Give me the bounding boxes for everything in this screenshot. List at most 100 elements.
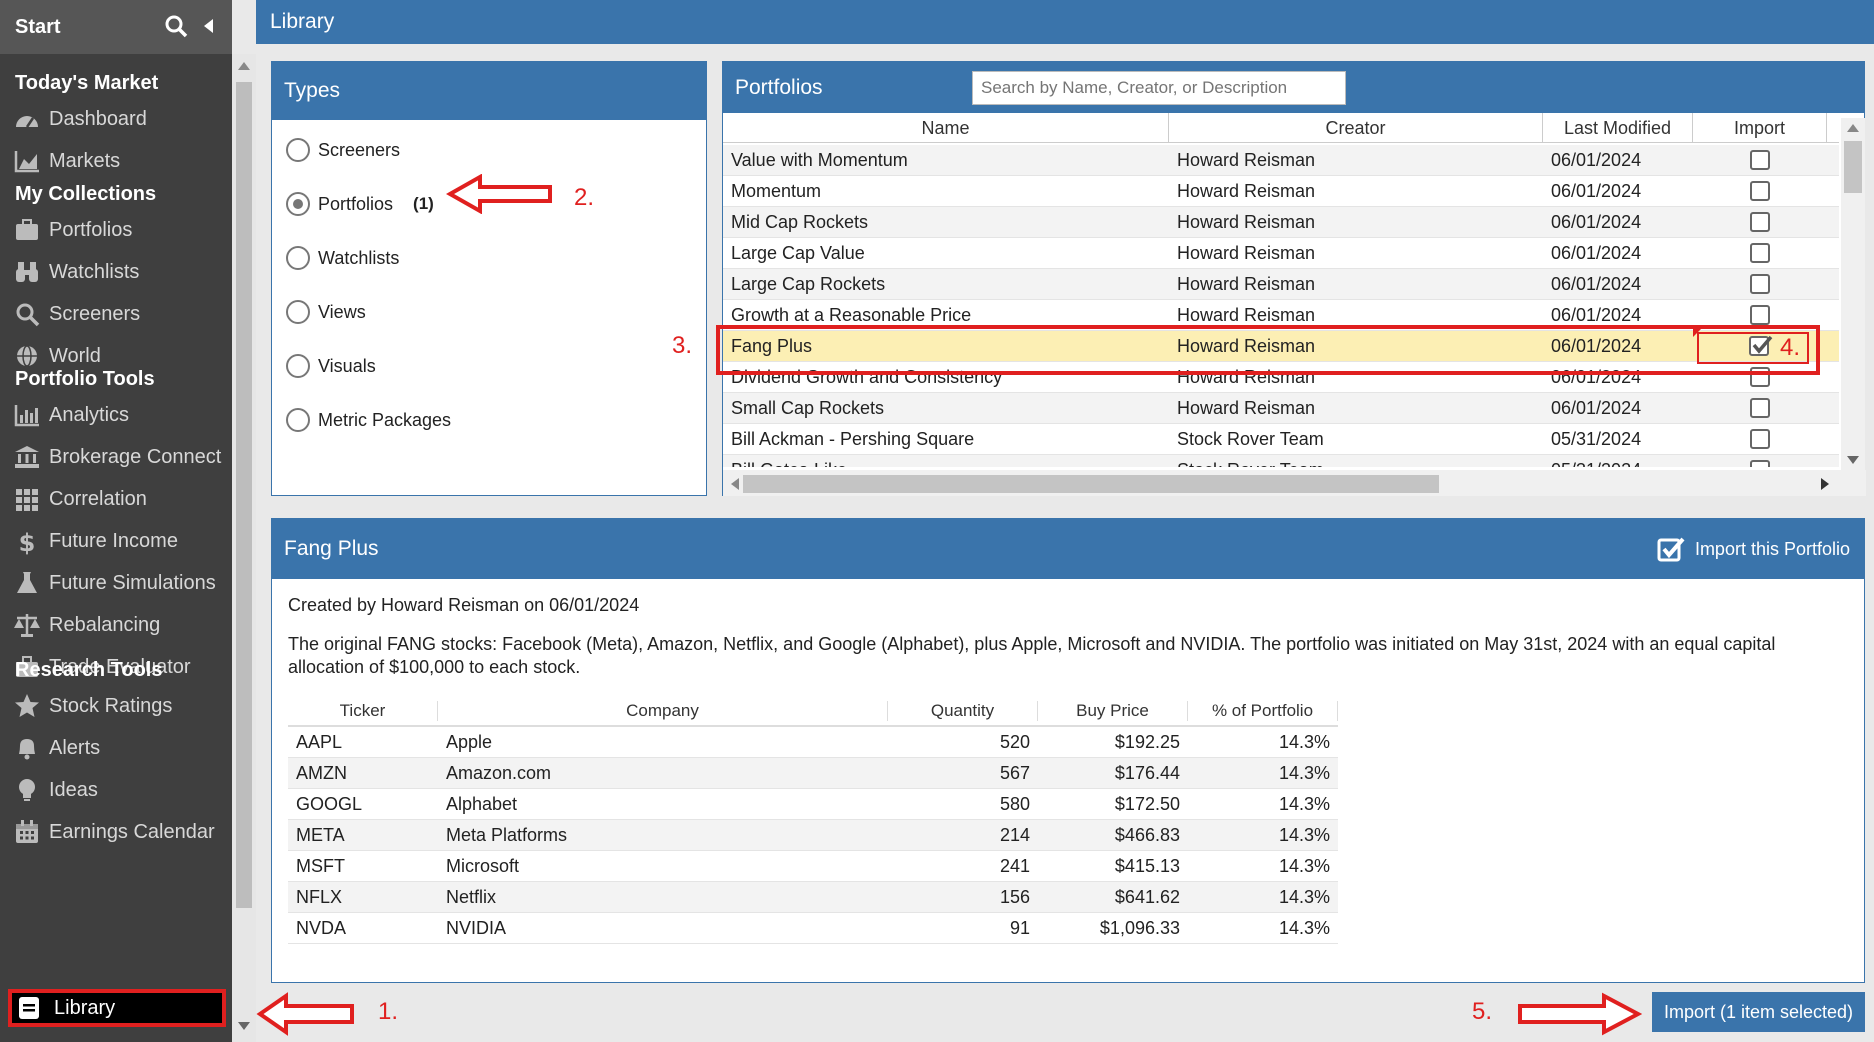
portfolio-name: Growth at a Reasonable Price: [731, 304, 972, 325]
holdings-header-buy-price[interactable]: Buy Price: [1038, 701, 1188, 721]
radio-selected[interactable]: [286, 192, 310, 216]
portfolio-row[interactable]: Bill Gates-LikeStock Rover Team05/31/202…: [723, 455, 1839, 467]
import-checkbox[interactable]: [1750, 460, 1770, 467]
import-button[interactable]: Import (1 item selected): [1652, 992, 1865, 1032]
portfolio-row[interactable]: Large Cap Value Howard Reisman 06/01/2024: [723, 238, 1839, 269]
sidebar-item-watchlists[interactable]: Watchlists: [0, 251, 232, 293]
portfolio-hscroll-thumb[interactable]: [743, 475, 1439, 493]
sidebar-item-screeners[interactable]: Screeners: [0, 293, 232, 335]
radio-unselected[interactable]: [286, 246, 310, 270]
holdings-header-ticker[interactable]: Ticker: [288, 701, 438, 721]
holdings-header-company[interactable]: Company: [438, 701, 888, 721]
start-label: Start: [15, 15, 61, 38]
portfolio-vscroll-thumb[interactable]: [1844, 141, 1862, 193]
collapse-icon[interactable]: [202, 18, 214, 34]
type-option-watchlists[interactable]: Watchlists: [272, 231, 706, 285]
type-option-screeners[interactable]: Screeners: [272, 123, 706, 177]
portfolio-row[interactable]: Small Cap Rockets Howard Reisman 06/01/202…: [723, 393, 1839, 424]
sidebar-item-rebalancing[interactable]: Rebalancing: [0, 604, 232, 646]
portfolio-name: Bill Ackman - Pershing Square: [731, 428, 975, 449]
import-cell: [1693, 274, 1827, 294]
portfolio-search-input[interactable]: [972, 71, 1346, 105]
scroll-left-arrow-icon[interactable]: [731, 478, 739, 490]
sidebar: Start Today's Market Dashboard Markets My C…: [0, 0, 232, 1042]
portfolio-description: The original FANG stocks: Facebook (Meta…: [288, 634, 1776, 677]
holdings-header-of-portfolio[interactable]: % of Portfolio: [1188, 701, 1338, 721]
portfolios-panel: Portfolios NameCreatorLast ModifiedImpor…: [722, 61, 1866, 496]
sidebar-item-stock-ratings[interactable]: Stock Ratings: [0, 685, 232, 727]
radio-unselected[interactable]: [286, 300, 310, 324]
holding-company: Microsoft: [446, 855, 520, 876]
type-option-metric-packages[interactable]: Metric Packages: [272, 393, 706, 447]
portfolio-row[interactable]: Large Cap Rockets Howard Reisman 06/01/202…: [723, 269, 1839, 300]
scroll-up-arrow-icon[interactable]: [238, 62, 250, 70]
holding-ticker: NFLX: [296, 886, 343, 907]
column-header-name[interactable]: Name: [723, 112, 1169, 143]
radio-unselected[interactable]: [286, 408, 310, 432]
portfolio-grid-body: Value with Momentum Howard Reisman 06/01/2…: [723, 145, 1839, 467]
holding-buy-price: $415.13: [1114, 855, 1180, 876]
sidebar-item-label: Markets: [49, 149, 121, 172]
annotation-highlight-row: [716, 325, 1820, 375]
portfolio-row[interactable]: Momentum Howard Reisman 06/01/2024: [723, 176, 1839, 207]
import-checkbox[interactable]: [1750, 274, 1770, 294]
scale-icon: [13, 611, 41, 639]
portfolio-name: Large Cap Rockets: [731, 273, 886, 294]
portfolio-creator: Howard Reisman: [1177, 149, 1316, 170]
search-icon[interactable]: [164, 14, 188, 38]
lightbulb-icon: [13, 776, 41, 804]
sidebar-item-dashboard[interactable]: Dashboard: [0, 98, 232, 140]
type-option-label: Portfolios: [318, 193, 394, 214]
sidebar-item-markets[interactable]: Markets: [0, 140, 232, 182]
import-checkbox[interactable]: [1750, 150, 1770, 170]
type-option-views[interactable]: Views: [272, 285, 706, 339]
type-option-visuals[interactable]: Visuals: [272, 339, 706, 393]
sidebar-item-alerts[interactable]: Alerts: [0, 727, 232, 769]
portfolio-name: Small Cap Rockets: [731, 397, 885, 418]
column-header-creator[interactable]: Creator: [1169, 112, 1543, 143]
sidebar-item-analytics[interactable]: Analytics: [0, 394, 232, 436]
type-option-label: Visuals: [318, 355, 376, 376]
import-checkbox[interactable]: [1750, 181, 1770, 201]
portfolio-row[interactable]: Value with Momentum Howard Reisman 06/01/2…: [723, 145, 1839, 176]
sidebar-item-portfolios[interactable]: Portfolios: [0, 209, 232, 251]
holding-pct: 14.3%: [1278, 886, 1330, 907]
import-cell: [1693, 212, 1827, 232]
start-header[interactable]: Start: [0, 0, 232, 54]
portfolio-creator: Howard Reisman: [1177, 273, 1316, 294]
sidebar-item-library[interactable]: Library: [8, 989, 226, 1027]
import-cell: [1693, 150, 1827, 170]
annotation-label-2: 2.: [574, 184, 595, 211]
holdings-header-quantity[interactable]: Quantity: [888, 701, 1038, 721]
sidebar-item-future-income[interactable]: $ Future Income: [0, 520, 232, 562]
sidebar-item-brokerage-connect[interactable]: Brokerage Connect: [0, 436, 232, 478]
import-this-portfolio-checkbox[interactable]: Import this Portfolio: [1657, 536, 1850, 562]
import-checkbox[interactable]: [1750, 243, 1770, 263]
sidebar-item-future-simulations[interactable]: Future Simulations: [0, 562, 232, 604]
portfolio-row[interactable]: Mid Cap Rockets Howard Reisman 06/01/2024: [723, 207, 1839, 238]
portfolio-row[interactable]: Bill Ackman - Pershing Square Stock Rover…: [723, 424, 1839, 455]
holding-buy-price: $176.44: [1114, 762, 1180, 783]
scroll-down-arrow-icon[interactable]: [238, 1022, 250, 1030]
import-checkbox[interactable]: [1750, 398, 1770, 418]
type-option-label: Watchlists: [318, 247, 400, 268]
sidebar-item-correlation[interactable]: Correlation: [0, 478, 232, 520]
portfolio-hscrollbar[interactable]: [723, 470, 1866, 496]
radio-unselected[interactable]: [286, 138, 310, 162]
scroll-right-arrow-icon[interactable]: [1821, 478, 1829, 490]
portfolio-vscrollbar[interactable]: [1841, 118, 1865, 470]
column-header-import[interactable]: Import: [1693, 112, 1827, 143]
scroll-up-arrow-icon[interactable]: [1847, 124, 1859, 132]
column-header-last-modified[interactable]: Last Modified: [1543, 112, 1693, 143]
import-checkbox[interactable]: [1750, 212, 1770, 232]
portfolio-name: Bill Gates-Like: [723, 460, 1169, 468]
radio-unselected[interactable]: [286, 354, 310, 378]
sidebar-scroll-thumb[interactable]: [236, 82, 252, 908]
sidebar-item-earnings-calendar[interactable]: Earnings Calendar: [0, 811, 232, 853]
scroll-down-arrow-icon[interactable]: [1847, 456, 1859, 464]
type-option-label: Metric Packages: [318, 409, 452, 430]
sidebar-item-ideas[interactable]: Ideas: [0, 769, 232, 811]
holding-pct: 14.3%: [1278, 762, 1330, 783]
import-checkbox[interactable]: [1750, 305, 1770, 325]
import-checkbox[interactable]: [1750, 429, 1770, 449]
